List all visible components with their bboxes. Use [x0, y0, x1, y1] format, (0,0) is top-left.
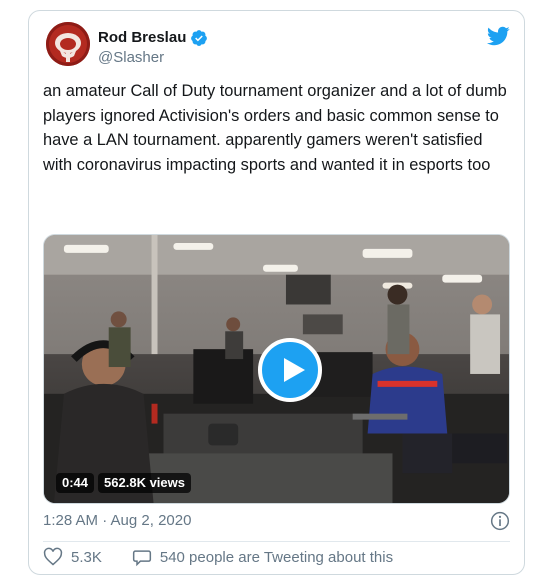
video-views: 562.8K views — [98, 473, 191, 493]
info-icon[interactable] — [490, 511, 510, 531]
verified-badge-icon — [191, 30, 208, 46]
divider — [43, 541, 510, 542]
tweet-timestamp[interactable]: 1:28 AM · Aug 2, 2020 — [43, 511, 191, 531]
twitter-bird-icon[interactable] — [486, 24, 510, 48]
like-button[interactable]: 5.3K — [43, 547, 102, 567]
tweet-text: an amateur Call of Duty tournament organ… — [43, 82, 507, 174]
tweet-card: Rod Breslau @Slasher an amateur Call of … — [28, 10, 525, 575]
video-duration: 0:44 — [56, 473, 95, 493]
like-count: 5.3K — [71, 548, 102, 566]
avatar[interactable] — [46, 22, 90, 66]
author-handle[interactable]: @Slasher — [98, 49, 208, 67]
author-name[interactable]: Rod Breslau — [98, 29, 186, 47]
conversation-link[interactable]: 540 people are Tweeting about this — [132, 547, 393, 567]
author-block: Rod Breslau @Slasher — [98, 29, 208, 67]
play-button[interactable] — [258, 338, 322, 402]
heart-icon — [43, 547, 63, 566]
video-player[interactable]: 0:44 562.8K views — [43, 234, 510, 504]
conversation-label: 540 people are Tweeting about this — [159, 548, 394, 566]
speech-bubble-icon — [132, 550, 151, 567]
tweet-actions: 5.3K 540 people are Tweeting about this — [43, 545, 393, 569]
video-meta: 0:44 562.8K views — [56, 473, 191, 493]
play-icon — [284, 358, 305, 382]
